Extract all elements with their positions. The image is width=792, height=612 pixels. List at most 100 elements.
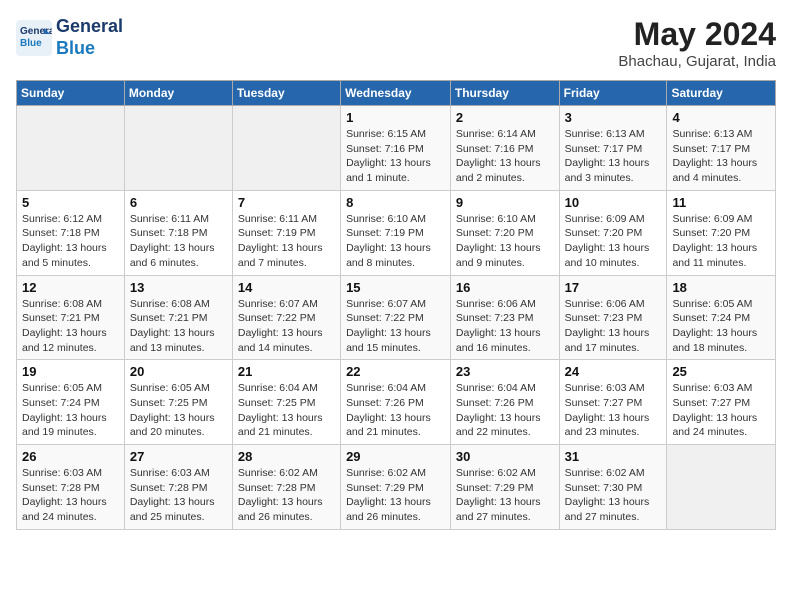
calendar-cell: 14Sunrise: 6:07 AM Sunset: 7:22 PM Dayli… bbox=[232, 275, 340, 360]
day-info: Sunrise: 6:13 AM Sunset: 7:17 PM Dayligh… bbox=[672, 127, 770, 186]
day-number: 9 bbox=[456, 195, 554, 210]
day-number: 29 bbox=[346, 449, 445, 464]
day-info: Sunrise: 6:03 AM Sunset: 7:28 PM Dayligh… bbox=[130, 466, 227, 525]
calendar-cell: 15 Sunrise: 6:07 AM Sunset: 7:22 PM Dayli… bbox=[341, 275, 451, 360]
day-number: 14 bbox=[238, 280, 335, 295]
calendar-week-5: 26Sunrise: 6:03 AM Sunset: 7:28 PM Dayli… bbox=[17, 445, 776, 530]
day-info: Sunrise: 6:03 AM Sunset: 7:27 PM Dayligh… bbox=[672, 381, 770, 440]
day-info: Sunrise: 6:04 AM Sunset: 7:26 PM Dayligh… bbox=[346, 381, 445, 440]
calendar-cell bbox=[667, 445, 776, 530]
day-number: 3 bbox=[565, 110, 662, 125]
day-number: 23 bbox=[456, 364, 554, 379]
calendar-cell: 6Sunrise: 6:11 AM Sunset: 7:18 PM Daylig… bbox=[124, 190, 232, 275]
calendar-cell: 5 Sunrise: 6:12 AM Sunset: 7:18 PM Daylig… bbox=[17, 190, 125, 275]
day-number: 17 bbox=[565, 280, 662, 295]
calendar-cell: 13 Sunrise: 6:08 AM Sunset: 7:21 PM Dayli… bbox=[124, 275, 232, 360]
day-number: 16 bbox=[456, 280, 554, 295]
calendar-cell: 9 Sunrise: 6:10 AM Sunset: 7:20 PM Daylig… bbox=[450, 190, 559, 275]
day-number: 7 bbox=[238, 195, 335, 210]
calendar-cell: 2Sunrise: 6:14 AM Sunset: 7:16 PM Daylig… bbox=[450, 106, 559, 191]
calendar-week-4: 19Sunrise: 6:05 AM Sunset: 7:24 PM Dayli… bbox=[17, 360, 776, 445]
day-number: 28 bbox=[238, 449, 335, 464]
calendar-cell: 30 Sunrise: 6:02 AM Sunset: 7:29 PM Dayli… bbox=[450, 445, 559, 530]
day-info: Sunrise: 6:11 AM Sunset: 7:18 PM Dayligh… bbox=[130, 212, 227, 271]
day-info: Sunrise: 6:05 AM Sunset: 7:25 PM Dayligh… bbox=[130, 381, 227, 440]
calendar-cell: 28 Sunrise: 6:02 AM Sunset: 7:28 PM Dayli… bbox=[232, 445, 340, 530]
calendar-cell: 18 Sunrise: 6:05 AM Sunset: 7:24 PM Dayli… bbox=[667, 275, 776, 360]
calendar-cell: 26Sunrise: 6:03 AM Sunset: 7:28 PM Dayli… bbox=[17, 445, 125, 530]
day-info: Sunrise: 6:08 AM Sunset: 7:21 PM Dayligh… bbox=[130, 297, 227, 356]
calendar-cell: 20 Sunrise: 6:05 AM Sunset: 7:25 PM Dayli… bbox=[124, 360, 232, 445]
logo: General Blue General Blue bbox=[16, 16, 123, 59]
day-number: 10 bbox=[565, 195, 662, 210]
day-number: 18 bbox=[672, 280, 770, 295]
day-info: Sunrise: 6:03 AM Sunset: 7:28 PM Dayligh… bbox=[22, 466, 119, 525]
logo-text-blue: Blue bbox=[56, 38, 123, 60]
weekday-header-saturday: Saturday bbox=[667, 81, 776, 106]
calendar-cell: 19Sunrise: 6:05 AM Sunset: 7:24 PM Dayli… bbox=[17, 360, 125, 445]
day-number: 30 bbox=[456, 449, 554, 464]
day-info: Sunrise: 6:05 AM Sunset: 7:24 PM Dayligh… bbox=[672, 297, 770, 356]
calendar-week-1: 1Sunrise: 6:15 AM Sunset: 7:16 PM Daylig… bbox=[17, 106, 776, 191]
day-info: Sunrise: 6:02 AM Sunset: 7:29 PM Dayligh… bbox=[456, 466, 554, 525]
weekday-header-wednesday: Wednesday bbox=[341, 81, 451, 106]
title-area: May 2024 Bhachau, Gujarat, India bbox=[618, 16, 776, 70]
day-info: Sunrise: 6:02 AM Sunset: 7:28 PM Dayligh… bbox=[238, 466, 335, 525]
calendar-cell: 21 Sunrise: 6:04 AM Sunset: 7:25 PM Dayli… bbox=[232, 360, 340, 445]
logo-icon: General Blue bbox=[16, 20, 52, 56]
day-info: Sunrise: 6:07 AM Sunset: 7:22 PM Dayligh… bbox=[346, 297, 445, 356]
calendar-cell: 16 Sunrise: 6:06 AM Sunset: 7:23 PM Dayli… bbox=[450, 275, 559, 360]
day-info: Sunrise: 6:04 AM Sunset: 7:25 PM Dayligh… bbox=[238, 381, 335, 440]
calendar-cell: 1Sunrise: 6:15 AM Sunset: 7:16 PM Daylig… bbox=[341, 106, 451, 191]
day-number: 4 bbox=[672, 110, 770, 125]
day-info: Sunrise: 6:08 AM Sunset: 7:21 PM Dayligh… bbox=[22, 297, 119, 356]
calendar-cell: 17 Sunrise: 6:06 AM Sunset: 7:23 PM Dayli… bbox=[559, 275, 667, 360]
calendar-cell: 31 Sunrise: 6:02 AM Sunset: 7:30 PM Dayli… bbox=[559, 445, 667, 530]
day-number: 27 bbox=[130, 449, 227, 464]
calendar-cell: 11Sunrise: 6:09 AM Sunset: 7:20 PM Dayli… bbox=[667, 190, 776, 275]
calendar-cell: 3 Sunrise: 6:13 AM Sunset: 7:17 PM Daylig… bbox=[559, 106, 667, 191]
svg-text:Blue: Blue bbox=[20, 38, 42, 49]
weekday-header-row: SundayMondayTuesdayWednesdayThursdayFrid… bbox=[17, 81, 776, 106]
day-info: Sunrise: 6:03 AM Sunset: 7:27 PM Dayligh… bbox=[565, 381, 662, 440]
day-info: Sunrise: 6:12 AM Sunset: 7:18 PM Dayligh… bbox=[22, 212, 119, 271]
day-info: Sunrise: 6:04 AM Sunset: 7:26 PM Dayligh… bbox=[456, 381, 554, 440]
day-number: 21 bbox=[238, 364, 335, 379]
day-number: 24 bbox=[565, 364, 662, 379]
day-info: Sunrise: 6:06 AM Sunset: 7:23 PM Dayligh… bbox=[456, 297, 554, 356]
day-number: 31 bbox=[565, 449, 662, 464]
day-info: Sunrise: 6:06 AM Sunset: 7:23 PM Dayligh… bbox=[565, 297, 662, 356]
calendar-cell: 8Sunrise: 6:10 AM Sunset: 7:19 PM Daylig… bbox=[341, 190, 451, 275]
page-header: General Blue General Blue May 2024 Bhach… bbox=[16, 16, 776, 70]
day-info: Sunrise: 6:14 AM Sunset: 7:16 PM Dayligh… bbox=[456, 127, 554, 186]
calendar-cell: 23 Sunrise: 6:04 AM Sunset: 7:26 PM Dayli… bbox=[450, 360, 559, 445]
calendar-cell: 25 Sunrise: 6:03 AM Sunset: 7:27 PM Dayli… bbox=[667, 360, 776, 445]
day-number: 13 bbox=[130, 280, 227, 295]
calendar-cell: 22 Sunrise: 6:04 AM Sunset: 7:26 PM Dayli… bbox=[341, 360, 451, 445]
weekday-header-thursday: Thursday bbox=[450, 81, 559, 106]
day-number: 5 bbox=[22, 195, 119, 210]
day-number: 19 bbox=[22, 364, 119, 379]
day-number: 25 bbox=[672, 364, 770, 379]
weekday-header-monday: Monday bbox=[124, 81, 232, 106]
day-number: 8 bbox=[346, 195, 445, 210]
day-number: 15 bbox=[346, 280, 445, 295]
day-info: Sunrise: 6:02 AM Sunset: 7:30 PM Dayligh… bbox=[565, 466, 662, 525]
calendar-cell: 7Sunrise: 6:11 AM Sunset: 7:19 PM Daylig… bbox=[232, 190, 340, 275]
weekday-header-tuesday: Tuesday bbox=[232, 81, 340, 106]
month-title: May 2024 bbox=[618, 16, 776, 53]
day-number: 22 bbox=[346, 364, 445, 379]
day-info: Sunrise: 6:10 AM Sunset: 7:20 PM Dayligh… bbox=[456, 212, 554, 271]
day-info: Sunrise: 6:13 AM Sunset: 7:17 PM Dayligh… bbox=[565, 127, 662, 186]
calendar-cell bbox=[232, 106, 340, 191]
day-number: 20 bbox=[130, 364, 227, 379]
day-info: Sunrise: 6:09 AM Sunset: 7:20 PM Dayligh… bbox=[565, 212, 662, 271]
calendar-cell: 29Sunrise: 6:02 AM Sunset: 7:29 PM Dayli… bbox=[341, 445, 451, 530]
calendar-table: SundayMondayTuesdayWednesdayThursdayFrid… bbox=[16, 80, 776, 530]
calendar-cell bbox=[17, 106, 125, 191]
calendar-cell bbox=[124, 106, 232, 191]
day-info: Sunrise: 6:15 AM Sunset: 7:16 PM Dayligh… bbox=[346, 127, 445, 186]
calendar-cell: 24 Sunrise: 6:03 AM Sunset: 7:27 PM Dayli… bbox=[559, 360, 667, 445]
weekday-header-sunday: Sunday bbox=[17, 81, 125, 106]
calendar-cell: 27 Sunrise: 6:03 AM Sunset: 7:28 PM Dayli… bbox=[124, 445, 232, 530]
